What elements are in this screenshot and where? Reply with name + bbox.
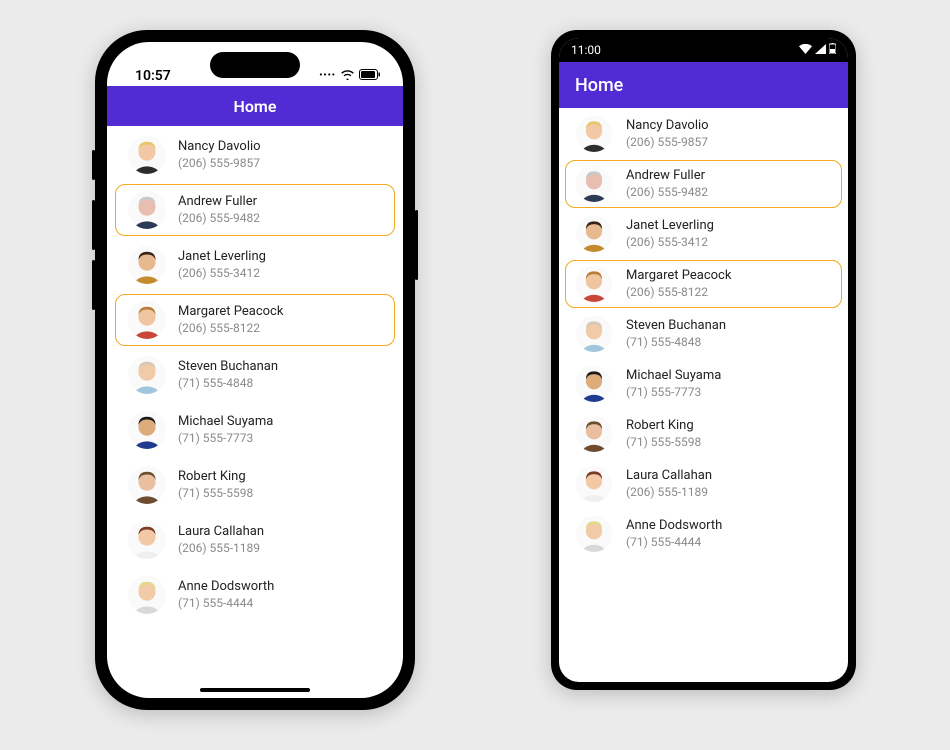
wifi-icon	[799, 43, 812, 57]
avatar	[576, 166, 612, 202]
contact-phone: (71) 555-4444	[626, 535, 722, 551]
avatar	[128, 466, 166, 504]
contact-phone: (206) 555-1189	[626, 485, 712, 501]
contact-name: Anne Dodsworth	[178, 579, 274, 596]
camera-punch-hole	[699, 44, 709, 54]
contact-name: Anne Dodsworth	[626, 518, 722, 535]
ios-clock: 10:57	[135, 68, 171, 84]
contact-row[interactable]: Laura Callahan (206) 555-1189	[115, 514, 395, 566]
contact-row[interactable]: Andrew Fuller (206) 555-9482	[115, 184, 395, 236]
contact-name: Margaret Peacock	[626, 268, 731, 285]
contact-row[interactable]: Steven Buchanan (71) 555-4848	[565, 310, 842, 358]
contact-name: Steven Buchanan	[178, 359, 278, 376]
contact-phone: (206) 555-9857	[626, 135, 709, 151]
contact-phone: (206) 555-8122	[626, 285, 731, 301]
cellular-icon: ••••	[319, 71, 336, 81]
contact-row[interactable]: Nancy Davolio (206) 555-9857	[115, 129, 395, 181]
contact-name: Andrew Fuller	[178, 194, 260, 211]
avatar	[576, 416, 612, 452]
contact-phone: (206) 555-9482	[178, 211, 260, 227]
contact-row[interactable]: Margaret Peacock (206) 555-8122	[115, 294, 395, 346]
contact-phone: (71) 555-4444	[178, 596, 274, 612]
contact-row[interactable]: Janet Leverling (206) 555-3412	[565, 210, 842, 258]
contact-name: Janet Leverling	[178, 249, 266, 266]
contact-name: Michael Suyama	[626, 368, 721, 385]
contact-phone: (206) 555-1189	[178, 541, 264, 557]
contact-name: Nancy Davolio	[178, 139, 261, 156]
contact-name: Laura Callahan	[178, 524, 264, 541]
contact-name: Robert King	[626, 418, 701, 435]
contact-name: Margaret Peacock	[178, 304, 283, 321]
contacts-list[interactable]: Nancy Davolio (206) 555-9857 Andrew Full…	[107, 129, 403, 621]
contact-phone: (71) 555-5598	[626, 435, 701, 451]
android-device-frame: 11:00 Home	[551, 30, 856, 690]
avatar	[128, 301, 166, 339]
contact-row[interactable]: Andrew Fuller (206) 555-9482	[565, 160, 842, 208]
battery-icon	[829, 43, 836, 57]
home-indicator	[200, 688, 310, 692]
contact-row[interactable]: Robert King (71) 555-5598	[115, 459, 395, 511]
avatar	[576, 466, 612, 502]
contact-phone: (206) 555-8122	[178, 321, 283, 337]
avatar	[576, 516, 612, 552]
battery-icon	[359, 68, 381, 84]
contact-row[interactable]: Steven Buchanan (71) 555-4848	[115, 349, 395, 401]
contact-name: Robert King	[178, 469, 253, 486]
contact-name: Steven Buchanan	[626, 318, 726, 335]
contact-phone: (71) 555-4848	[178, 376, 278, 392]
contact-row[interactable]: Robert King (71) 555-5598	[565, 410, 842, 458]
avatar	[128, 191, 166, 229]
android-navbar: Home	[559, 62, 848, 108]
android-clock: 11:00	[571, 43, 601, 57]
contact-row[interactable]: Janet Leverling (206) 555-3412	[115, 239, 395, 291]
contact-row[interactable]: Nancy Davolio (206) 555-9857	[565, 110, 842, 158]
avatar	[576, 366, 612, 402]
contact-row[interactable]: Anne Dodsworth (71) 555-4444	[115, 569, 395, 621]
contact-row[interactable]: Anne Dodsworth (71) 555-4444	[565, 510, 842, 558]
avatar	[576, 266, 612, 302]
avatar	[128, 136, 166, 174]
cellular-icon	[815, 43, 826, 57]
ios-navbar: Home	[107, 86, 403, 126]
contact-phone: (206) 555-3412	[178, 266, 266, 282]
page-title: Home	[234, 97, 277, 116]
avatar	[128, 521, 166, 559]
contacts-list[interactable]: Nancy Davolio (206) 555-9857 Andrew Full…	[559, 110, 848, 558]
contact-phone: (71) 555-5598	[178, 486, 253, 502]
iphone-device-frame: 10:57 •••• Home Nancy	[95, 30, 415, 710]
contact-name: Laura Callahan	[626, 468, 712, 485]
contact-phone: (71) 555-4848	[626, 335, 726, 351]
contact-row[interactable]: Michael Suyama (71) 555-7773	[565, 360, 842, 408]
contact-phone: (206) 555-9857	[178, 156, 261, 172]
avatar	[576, 116, 612, 152]
avatar	[128, 356, 166, 394]
contact-name: Michael Suyama	[178, 414, 273, 431]
wifi-icon	[340, 68, 355, 84]
contact-row[interactable]: Michael Suyama (71) 555-7773	[115, 404, 395, 456]
avatar	[128, 411, 166, 449]
avatar	[128, 576, 166, 614]
contact-name: Andrew Fuller	[626, 168, 708, 185]
contact-name: Nancy Davolio	[626, 118, 709, 135]
contact-phone: (71) 555-7773	[178, 431, 273, 447]
contact-row[interactable]: Margaret Peacock (206) 555-8122	[565, 260, 842, 308]
contact-name: Janet Leverling	[626, 218, 714, 235]
dynamic-island	[210, 52, 300, 78]
contact-row[interactable]: Laura Callahan (206) 555-1189	[565, 460, 842, 508]
avatar	[128, 246, 166, 284]
page-title: Home	[575, 75, 623, 96]
contact-phone: (206) 555-3412	[626, 235, 714, 251]
contact-phone: (206) 555-9482	[626, 185, 708, 201]
avatar	[576, 316, 612, 352]
contact-phone: (71) 555-7773	[626, 385, 721, 401]
avatar	[576, 216, 612, 252]
